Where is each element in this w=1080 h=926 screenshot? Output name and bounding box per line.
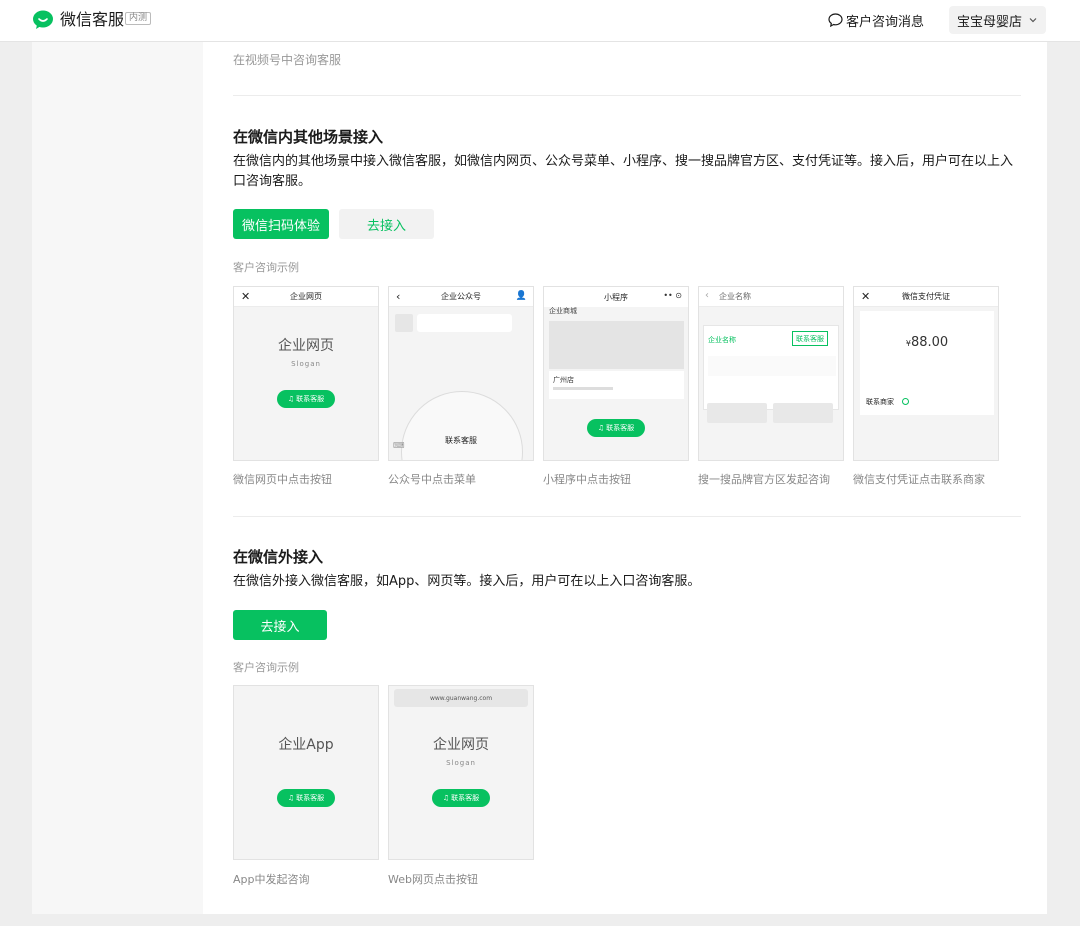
brand-name: 微信客服 [60,10,125,29]
close-icon: ✕ [241,290,251,303]
customer-messages-label: 客户咨询消息 [846,14,925,30]
card-slogan: Slogan [291,360,321,368]
contact-merchant-label: 联系商家 [866,398,894,406]
receipt-card: ¥88.00 联系商家 [860,311,994,415]
placeholder-tile [707,403,767,423]
card-big-text: 企业网页 [433,737,489,753]
go-access-button[interactable]: 去接入 [339,209,434,239]
back-arrow-icon: ‹ [705,290,709,301]
example-card-web: ✕ 企业网页 企业网页 Slogan ♫ 联系客服 [233,286,379,461]
customer-messages-link[interactable]: 客户咨询消息 [828,10,924,30]
company-name: 企业名称 [708,336,736,344]
example-card-mini-program: 小程序 •• ⊙ 企业商城 广州店 ♫ 联系客服 [543,286,689,461]
contact-service-tag: 联系客服 [792,331,828,346]
store-card: 广州店 [549,371,684,399]
shop-name: 宝宝母婴店 [957,14,1023,30]
card-bar-title: 小程序 [604,292,628,302]
card-slogan: Slogan [446,759,476,767]
shop-selector[interactable]: 宝宝母婴店 [949,6,1046,34]
back-arrow-icon: ‹ [396,290,401,303]
payment-amount-row: ¥88.00 [905,335,949,350]
chat-bubble-icon [828,13,843,27]
store-address-line [553,387,613,390]
example-caption: 微信网页中点击按钮 [233,473,332,486]
card-title-bar: ‹ 企业名称 [699,287,843,307]
headset-icon: ♫ [287,794,295,802]
chat-icon [902,398,909,405]
channels-hint: 在视频号中咨询客服 [233,53,342,67]
example-caption: App中发起咨询 [233,873,310,886]
card-bar-title: 企业公众号 [441,292,481,301]
example-caption: 小程序中点击按钮 [543,473,631,486]
section-desc-in-wechat: 在微信内的其他场景中接入微信客服，如微信内网页、公众号菜单、小程序、搜一搜品牌官… [233,154,1014,189]
divider [233,95,1021,96]
scan-to-try-button[interactable]: 微信扫码体验 [233,209,329,239]
contact-service-pill: ♫ 联系客服 [432,789,490,807]
example-card-app: 企业App ♫ 联系客服 [233,685,379,860]
store-name: 广州店 [553,376,574,384]
close-icon: ✕ [861,290,871,303]
headset-icon: ♫ [442,794,450,802]
capsule-menu-icon: •• ⊙ [663,291,682,300]
keyboard-icon: ⌨ [393,441,405,450]
examples-label: 客户咨询示例 [233,261,299,274]
contact-service-pill: ♫ 联系客服 [587,419,645,437]
banner-placeholder [549,321,684,369]
menu-contact-label: 联系客服 [445,436,477,445]
example-caption: 公众号中点击菜单 [388,473,476,486]
card-title-bar: ✕ 微信支付凭证 [854,287,998,307]
browser-address-bar: www.guanwang.com [394,689,528,707]
payment-amount: 88.00 [910,335,949,350]
headset-icon: ♫ [287,395,295,403]
mall-label: 企业商城 [549,307,577,315]
example-caption: 微信支付凭证点击联系商家 [853,473,985,486]
divider [233,516,1021,517]
card-bar-title: 企业网页 [290,292,322,301]
message-bubble [417,314,512,332]
beta-badge: 内测 [125,12,152,25]
menu-arc [401,391,523,460]
top-bar: 微信客服 内测 客户咨询消息 宝宝母婴店 [0,0,1080,42]
contact-service-pill: ♫ 联系客服 [277,789,335,807]
card-big-text: 企业App [278,737,334,753]
placeholder-tile [773,403,833,423]
wechat-customer-service-logo-icon [33,10,53,29]
card-bar-title: 微信支付凭证 [902,292,950,301]
card-title-bar: 小程序 •• ⊙ [544,287,688,307]
card-title-bar: ✕ 企业网页 [234,287,378,307]
avatar [395,314,413,332]
example-caption: 搜一搜品牌官方区发起咨询 [698,473,830,486]
card-big-text: 企业网页 [278,338,334,354]
section-desc-outside-wechat: 在微信外接入微信客服，如App、网页等。接入后，用户可在以上入口咨询客服。 [233,574,701,589]
card-bar-title: 企业名称 [719,292,751,301]
section-title-outside-wechat: 在微信外接入 [233,548,324,566]
example-card-payment: ✕ 微信支付凭证 ¥88.00 联系商家 [853,286,999,461]
example-caption: Web网页点击按钮 [388,873,478,886]
go-access-button-outside[interactable]: 去接入 [233,610,327,640]
section-title-in-wechat: 在微信内其他场景接入 [233,128,384,146]
headset-icon: ♫ [597,424,605,432]
example-card-search: ‹ 企业名称 企业名称 联系客服 [698,286,844,461]
sidebar [32,42,203,914]
contact-service-pill: ♫ 联系客服 [277,390,335,408]
examples-label: 客户咨询示例 [233,661,299,674]
card-title-bar: ‹ 企业公众号 👤 [389,287,533,307]
shortcut-row [708,356,836,376]
example-card-website: www.guanwang.com 企业网页 Slogan ♫ 联系客服 [388,685,534,860]
brand-zone-card: 企业名称 联系客服 [703,325,839,410]
user-icon: 👤 [515,291,527,301]
example-card-official-account: ‹ 企业公众号 👤 联系客服 ⌨ [388,286,534,461]
chevron-down-icon [1029,18,1037,23]
